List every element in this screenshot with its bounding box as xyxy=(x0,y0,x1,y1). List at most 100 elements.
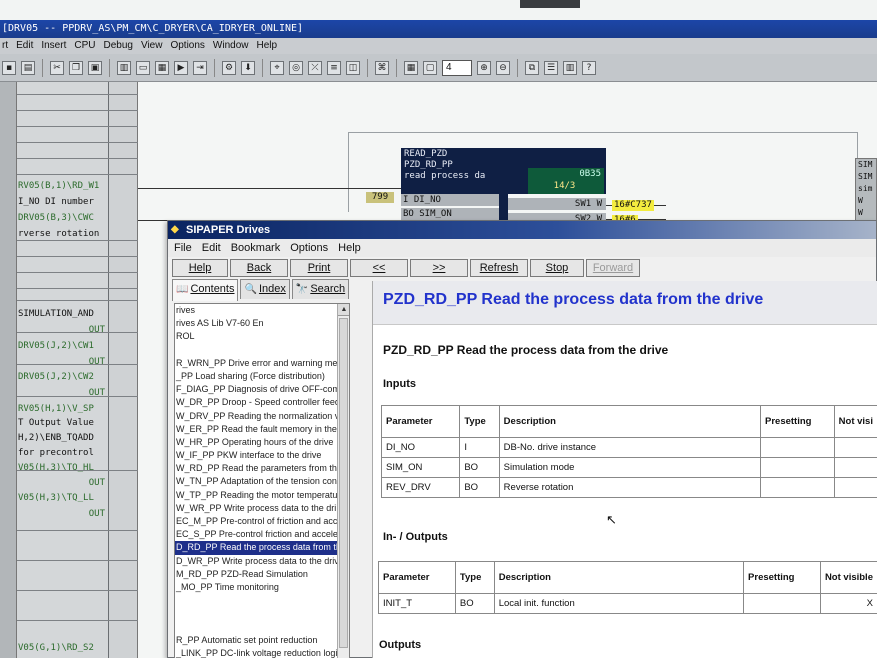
watch-icon[interactable]: ◎ xyxy=(289,60,303,75)
variable-label[interactable]: DRV05(B,3)\CWC xyxy=(17,212,109,225)
help-title-bar[interactable]: ◆ SIPAPER Drives xyxy=(168,221,876,239)
grid-icon[interactable]: ▦ xyxy=(155,60,169,75)
variable-label[interactable]: OUT xyxy=(17,387,109,400)
contents-tree[interactable]: rives rives AS Lib V7-60 En ROL R_WRN_PP Dr… xyxy=(174,303,350,658)
zoom-in-icon[interactable]: ⊕ xyxy=(477,60,491,75)
help-button-back[interactable]: Back xyxy=(230,259,288,277)
output-pin-sw1[interactable]: SW1 W xyxy=(508,198,606,210)
editor-menu-item[interactable]: Options xyxy=(170,38,204,54)
input-constant[interactable]: 799 xyxy=(366,192,394,203)
contents-item[interactable]: W_DR_PP Droop - Speed controller feed xyxy=(175,396,349,409)
run-icon[interactable]: ▶ xyxy=(174,60,188,75)
paste-icon[interactable]: ▣ xyxy=(88,60,102,75)
contents-item[interactable]: rives xyxy=(175,304,349,317)
contents-item[interactable]: F_DIAG_PP Diagnosis of drive OFF-comm xyxy=(175,383,349,396)
editor-menu-item[interactable]: CPU xyxy=(74,38,95,54)
help-menu-item[interactable]: Bookmark xyxy=(231,239,281,257)
variable-label[interactable]: SIMULATION_AND xyxy=(17,308,109,321)
window-icon[interactable]: ▢ xyxy=(423,60,437,75)
variable-label[interactable]: RV05(H,1)\V_SP xyxy=(17,403,109,416)
help-button-print[interactable]: Print xyxy=(290,259,348,277)
contents-item[interactable]: M_RD_PP PZD-Read Simulation xyxy=(175,568,349,581)
list-icon[interactable]: ≡ xyxy=(327,60,341,75)
scroll-up-icon[interactable]: ▲ xyxy=(338,304,349,316)
contents-item[interactable]: D_WR_PP Write process data to the driv xyxy=(175,555,349,568)
contents-item[interactable]: R_WRN_PP Drive error and warning mes xyxy=(175,357,349,370)
tab-contents[interactable]: 📖 Contents xyxy=(172,279,239,301)
test-mode-icon[interactable]: ⌖ xyxy=(270,60,284,75)
print-icon[interactable]: ▤ xyxy=(21,60,35,75)
contents-item[interactable]: _PP Load sharing (Force distribution) xyxy=(175,370,349,383)
tab-index[interactable]: 🔍 Index xyxy=(240,279,290,299)
input-pin-di-no[interactable]: I DI_NO xyxy=(401,194,499,206)
variable-label[interactable]: OUT xyxy=(17,508,109,521)
contents-item[interactable]: W_ER_PP Read the fault memory in the xyxy=(175,423,349,436)
scroll-thumb[interactable] xyxy=(339,318,348,648)
contents-item[interactable]: rives AS Lib V7-60 En xyxy=(175,317,349,330)
tab-search[interactable]: 🔭 Search xyxy=(291,279,350,299)
variable-label[interactable]: T Output Value xyxy=(17,417,109,430)
help-button-stop[interactable]: Stop xyxy=(530,259,584,277)
help-menu-item[interactable]: Help xyxy=(338,239,361,257)
variable-label[interactable]: V05(G,1)\RD_S2 xyxy=(17,642,109,655)
context-help-icon[interactable]: ? xyxy=(582,60,596,75)
monitor-icon[interactable]: ◫ xyxy=(346,60,360,75)
step-icon[interactable]: ⇥ xyxy=(193,60,207,75)
save-icon[interactable]: ▪ xyxy=(2,60,16,75)
variable-label[interactable]: OUT xyxy=(17,356,109,369)
contents-item[interactable]: _MO_PP Time monitoring xyxy=(175,581,349,594)
zoom-select[interactable]: 4 xyxy=(442,59,472,76)
editor-menu-item[interactable]: Edit xyxy=(16,38,33,54)
help-menu-item[interactable]: Options xyxy=(290,239,328,257)
editor-menu-item[interactable]: View xyxy=(141,38,163,54)
overview-icon[interactable]: ▥ xyxy=(117,60,131,75)
cut-icon[interactable]: ✂ xyxy=(50,60,64,75)
network-icon[interactable]: ⌘ xyxy=(375,60,389,75)
variable-label[interactable]: H,2)\ENB_TQADD xyxy=(17,432,109,445)
sheet-icon[interactable]: ▭ xyxy=(136,60,150,75)
editor-menu-item[interactable]: Insert xyxy=(41,38,66,54)
editor-menu-item[interactable]: Debug xyxy=(103,38,132,54)
variable-label[interactable]: V05(H,3)\TQ_LL xyxy=(17,492,109,505)
editor-menu-item[interactable]: Window xyxy=(213,38,249,54)
editor-menu-item[interactable]: Help xyxy=(257,38,278,54)
contents-item[interactable]: R_PP Automatic set point reduction xyxy=(175,634,349,647)
columns-icon[interactable]: ▥ xyxy=(563,60,577,75)
variable-label[interactable]: V05(H,3)\TQ_HL xyxy=(17,462,109,475)
contents-item[interactable]: W_DRV_PP Reading the normalization va xyxy=(175,410,349,423)
contents-item[interactable]: ROL xyxy=(175,330,349,343)
cascade-icon[interactable]: ⧉ xyxy=(525,60,539,75)
contents-item[interactable]: W_TP_PP Reading the motor temperatur xyxy=(175,489,349,502)
compile-icon[interactable]: ⚙ xyxy=(222,60,236,75)
variable-label[interactable]: OUT xyxy=(17,324,109,337)
tile-icon[interactable]: ☰ xyxy=(544,60,558,75)
variable-label[interactable]: DRV05(J,2)\CW2 xyxy=(17,371,109,384)
copy-icon[interactable]: ❐ xyxy=(69,60,83,75)
help-menu-item[interactable]: File xyxy=(174,239,192,257)
help-menu-item[interactable]: Edit xyxy=(202,239,221,257)
contents-item[interactable]: W_IF_PP PKW interface to the drive xyxy=(175,449,349,462)
contents-item[interactable]: W_WR_PP Write process data to the dri xyxy=(175,502,349,515)
variable-label[interactable]: DRV05(J,2)\CW1 xyxy=(17,340,109,353)
variable-label[interactable]: for precontrol xyxy=(17,447,109,460)
topic-content-pane[interactable]: PZD_RD_PP Read the process data from the… xyxy=(372,281,877,658)
contents-item[interactable]: EC_S_PP Pre-control friction and acceler xyxy=(175,528,349,541)
contents-item[interactable]: EC_M_PP Pre-control of friction and acc xyxy=(175,515,349,528)
help-button--[interactable]: << xyxy=(350,259,408,277)
contents-item[interactable]: W_TN_PP Adaptation of the tension con xyxy=(175,475,349,488)
variable-label[interactable]: I_NO DI number xyxy=(17,196,109,209)
help-button-refresh[interactable]: Refresh xyxy=(470,259,528,277)
zoom-out-icon[interactable]: ⊖ xyxy=(496,60,510,75)
variable-label[interactable]: OUT xyxy=(17,477,109,490)
contents-item[interactable]: W_RD_PP Read the parameters from the xyxy=(175,462,349,475)
input-pin-sim-on[interactable]: BO SIM_ON xyxy=(401,208,499,220)
contents-item[interactable]: D_RD_PP Read the process data from th xyxy=(175,541,349,555)
table-icon[interactable]: ▦ xyxy=(404,60,418,75)
editor-menu-item[interactable]: rt xyxy=(2,38,8,54)
help-button-help-topics[interactable]: Help Topics xyxy=(172,259,228,290)
download-icon[interactable]: ⬇ xyxy=(241,60,255,75)
variable-label[interactable]: RV05(B,1)\RD_W1 xyxy=(17,180,109,193)
help-button--[interactable]: >> xyxy=(410,259,468,277)
contents-scrollbar[interactable]: ▲ xyxy=(337,304,349,658)
contents-item[interactable]: W_HR_PP Operating hours of the drive xyxy=(175,436,349,449)
